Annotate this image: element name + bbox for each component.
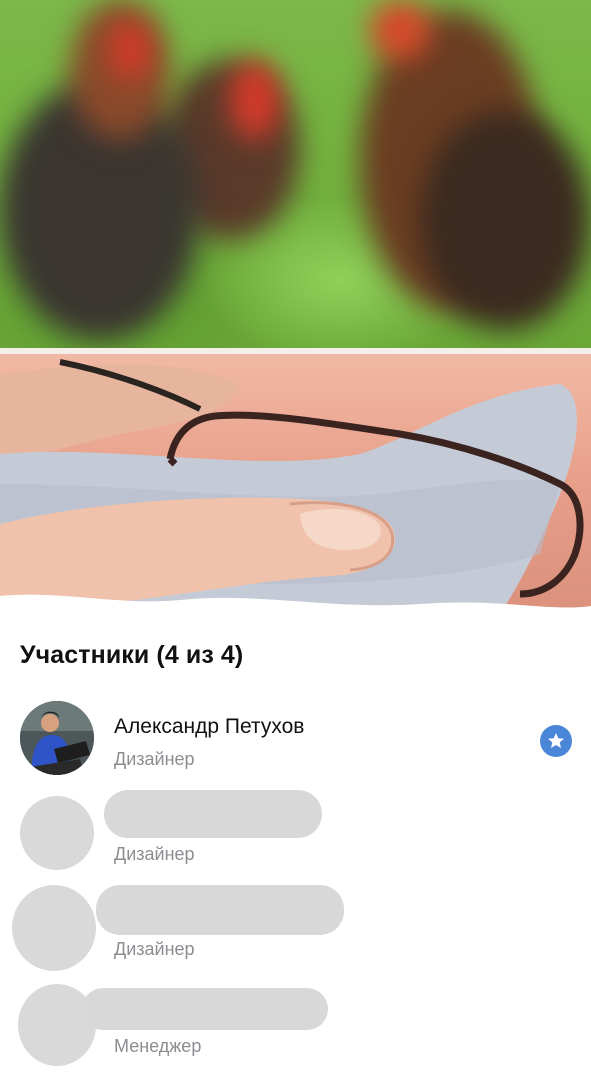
- member-name-redacted: [96, 885, 344, 935]
- member-row[interactable]: Дизайнер: [0, 885, 591, 981]
- cover-photo-chickens: [0, 0, 591, 350]
- member-avatar[interactable]: [18, 984, 96, 1066]
- member-row[interactable]: Александр Петухов Дизайнер: [0, 701, 591, 791]
- member-name[interactable]: Александр Петухов: [114, 715, 304, 739]
- user-photo-icon: [20, 701, 94, 775]
- member-name-redacted: [82, 988, 328, 1030]
- member-role: Дизайнер: [114, 844, 195, 864]
- member-role: Дизайнер: [114, 749, 195, 769]
- member-avatar[interactable]: [12, 885, 96, 971]
- member-role: Дизайнер: [114, 939, 195, 959]
- member-avatar[interactable]: [20, 796, 94, 870]
- member-avatar[interactable]: [20, 701, 94, 775]
- member-name-redacted: [104, 790, 322, 838]
- members-section-title: Участники (4 из 4): [20, 641, 244, 669]
- star-badge-icon: [548, 733, 564, 748]
- admin-badge: [540, 725, 572, 757]
- cover-photo-glasses: [0, 354, 591, 630]
- member-row[interactable]: Менеджер: [0, 984, 591, 1078]
- member-row[interactable]: Дизайнер: [0, 790, 591, 886]
- member-role: Менеджер: [114, 1036, 202, 1056]
